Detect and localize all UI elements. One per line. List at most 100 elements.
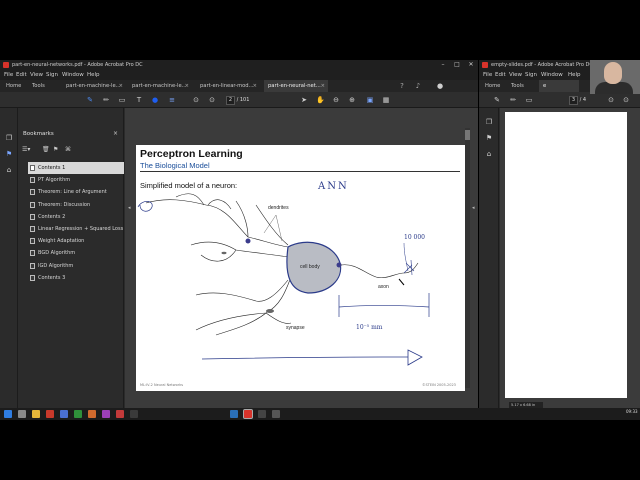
windows-start-icon[interactable] [4,410,12,418]
taskbar-app-icon[interactable] [130,410,138,418]
expand-options-icon[interactable]: ☰▾ [22,146,30,153]
menu-view[interactable]: View [509,70,522,80]
zoom-out-icon[interactable]: ⊖ [332,96,340,104]
bookmark-item[interactable]: IGD Algorithm [28,260,124,272]
close-icon[interactable]: ✕ [464,60,478,70]
select-cursor-icon[interactable]: ➤ [300,96,308,104]
bookmark-item[interactable]: Contents 3 [28,272,124,284]
menu-help[interactable]: Help [87,70,100,80]
taskbar-app-icon[interactable] [102,410,110,418]
menu-view[interactable]: View [30,70,43,80]
hand-tool-icon[interactable]: ✋ [316,96,325,104]
tag-icon[interactable]: ⌘ [65,146,71,153]
close-tab-icon[interactable]: × [119,80,123,92]
taskbar-app-icon[interactable] [74,410,82,418]
search-icon[interactable] [18,410,26,418]
taskbar-app-icon[interactable] [88,410,96,418]
pages-icon[interactable]: ❐ [485,118,493,126]
title-bar: part-en-neural-networks.pdf - Adobe Acro… [0,60,478,70]
rectangle-icon[interactable]: ▭ [118,96,126,104]
tools-tab[interactable]: Tools [28,80,54,92]
tools-tab[interactable]: Tools [507,80,533,92]
line-width-icon[interactable]: ≡ [168,96,176,104]
zoom-in-icon[interactable]: ⊕ [348,96,356,104]
pencil-icon[interactable]: ✎ [493,96,501,104]
taskbar-app-icon[interactable] [272,410,280,418]
bookmark-item[interactable]: PT Algorithm [28,174,124,186]
bookmark-item[interactable]: Contents 2 [28,211,124,223]
doc-tab-1[interactable]: part-en-machine-le... × [62,80,126,92]
collapse-left-icon[interactable]: ◂ [128,205,131,211]
pages-icon[interactable]: ❐ [5,134,13,142]
attachment-icon[interactable]: ⌂ [5,166,13,174]
menu-sign[interactable]: Sign [46,70,58,80]
home-tab[interactable]: Home [2,80,30,92]
bookmark-list: Contents 1 PT Algorithm Theorem: Line of… [28,162,124,284]
menu-window[interactable]: Window [541,70,563,80]
acrobat-icon [482,62,488,68]
read-mode-icon[interactable]: ▦ [382,96,390,104]
highlight-pen-icon[interactable]: ✎ [86,96,94,104]
taskbar-app-icon[interactable] [230,410,238,418]
maximize-icon[interactable]: □ [450,60,464,70]
rectangle-icon[interactable]: ▭ [525,96,533,104]
delete-icon[interactable]: 🗑 [42,146,50,153]
pencil-icon[interactable]: ✏ [102,96,110,104]
webcam-overlay [590,60,640,94]
bell-icon[interactable]: ♪ [414,82,422,90]
bookmark-label: Theorem: Discussion [38,201,91,208]
color-picker-icon[interactable]: ● [151,96,159,104]
minimize-icon[interactable]: – [436,60,450,70]
prev-page-icon[interactable]: ⊙ [607,96,615,104]
menu-file[interactable]: File [4,70,13,80]
attachment-icon[interactable]: ⌂ [485,150,493,158]
menu-edit[interactable]: Edit [16,70,27,80]
doc-tab-3[interactable]: part-en-linear-mod... × [196,80,260,92]
collapse-right-icon[interactable]: ◂ [472,205,475,211]
text-tool-icon[interactable]: T [135,96,143,104]
highlight-pen-icon[interactable]: ✏ [509,96,517,104]
bookmark-item[interactable]: BGD Algorithm [28,247,124,259]
taskbar: 09:33 [0,408,640,420]
bookmark-item[interactable]: Contents 1 [28,162,124,175]
close-tab-icon[interactable]: × [185,80,189,92]
handwritten-ann: ANN [317,181,349,192]
page-number-input[interactable]: 2 [226,96,235,105]
taskbar-app-icon[interactable] [60,410,68,418]
help-icon[interactable]: ? [398,82,406,90]
bookmark-item[interactable]: Theorem: Discussion [28,199,124,211]
close-tab-icon[interactable]: × [321,80,325,92]
fit-page-icon[interactable]: ▣ [366,96,374,104]
doc-tab-2[interactable]: part-en-machine-le... × [128,80,192,92]
taskbar-app-icon[interactable] [258,410,266,418]
close-tab-icon[interactable]: × [253,80,257,92]
vertical-scrollbar[interactable] [465,128,470,388]
home-tab[interactable]: Home [481,80,507,92]
bookmark-item[interactable]: Theorem: Line of Argument [28,186,124,198]
taskbar-acrobat-icon[interactable] [243,409,253,419]
close-panel-icon[interactable]: × [113,130,118,137]
bookmark-item[interactable]: Weight Adaptation [28,235,124,247]
file-explorer-icon[interactable] [32,410,40,418]
bookmark-item[interactable]: Linear Regression + Squared Loss [28,223,124,235]
menu-edit[interactable]: Edit [495,70,506,80]
window-title: part-en-neural-networks.pdf - Adobe Acro… [12,62,143,68]
new-bookmark-icon[interactable]: ⚑ [53,146,58,153]
scrollbar-thumb[interactable] [465,130,470,140]
prev-page-icon[interactable]: ⊙ [192,96,200,104]
next-page-icon[interactable]: ⊙ [622,96,630,104]
profile-icon[interactable]: ● [436,82,444,90]
doc-tab-4[interactable]: part-en-neural-net... × [264,80,328,92]
menu-help[interactable]: Help [568,70,581,80]
doc-tab[interactable]: e [539,80,579,92]
menu-file[interactable]: File [483,70,492,80]
taskbar-app-icon[interactable] [46,410,54,418]
next-page-icon[interactable]: ⊙ [208,96,216,104]
menu-sign[interactable]: Sign [525,70,537,80]
taskbar-app-icon[interactable] [116,410,124,418]
bookmark-icon[interactable]: ⚑ [5,150,13,158]
page-number-input[interactable]: 3 [569,96,578,105]
synapse-node [221,251,227,255]
bookmark-icon[interactable]: ⚑ [485,134,493,142]
menu-window[interactable]: Window [62,70,84,80]
